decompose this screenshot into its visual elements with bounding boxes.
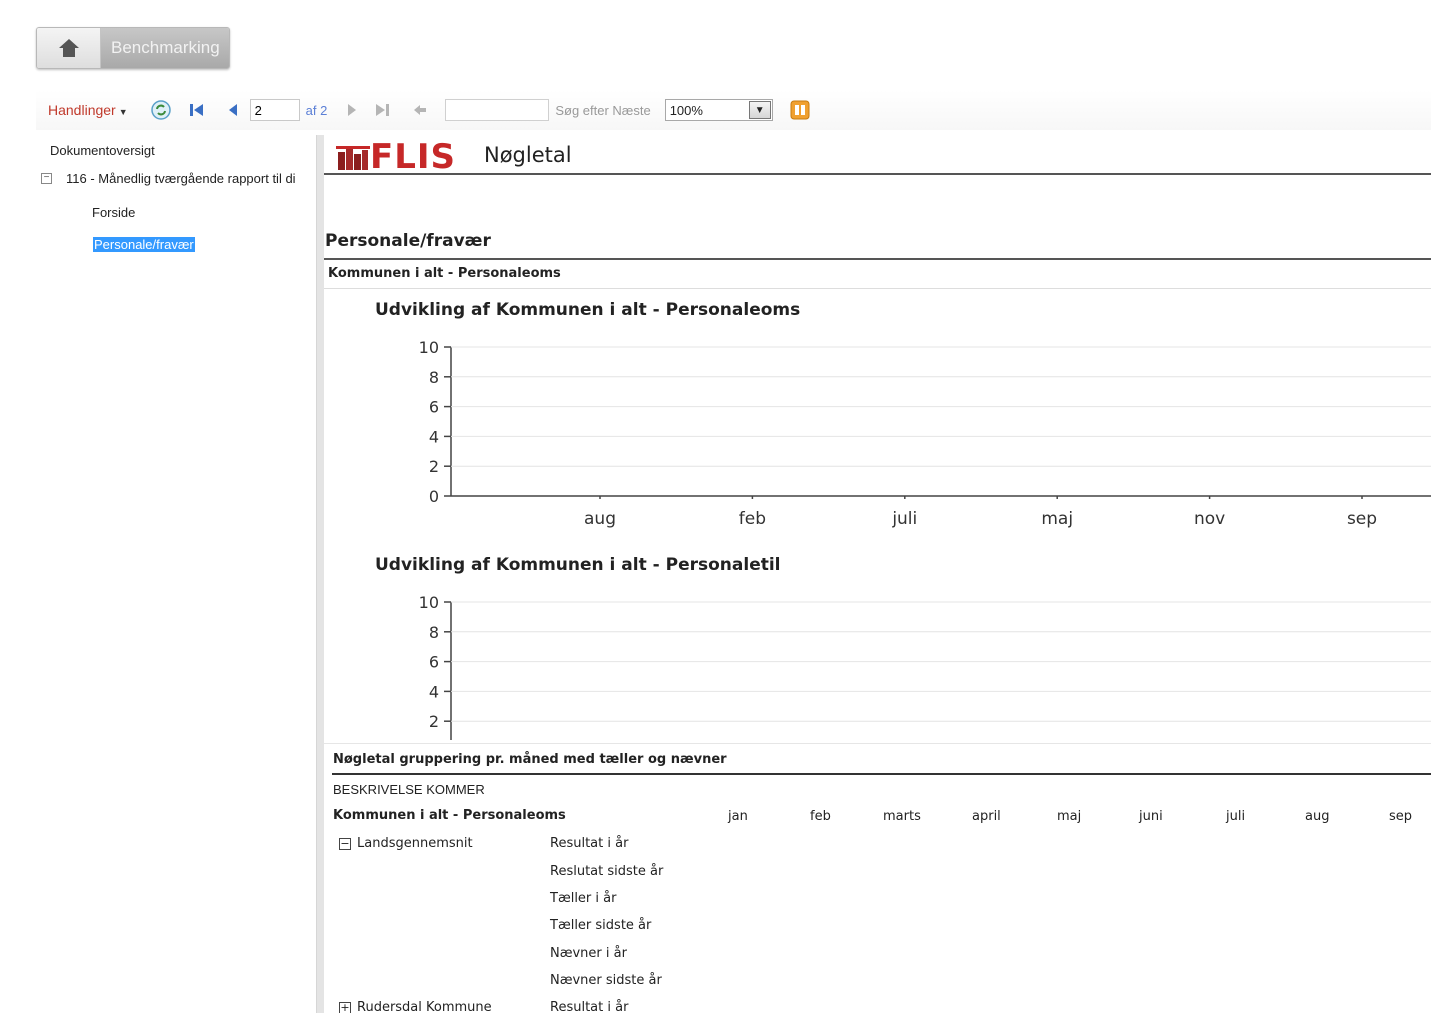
y-tick-label: 4 — [429, 427, 439, 446]
chart-personaleoms: 0 2 4 6 8 10 aug feb juli maj nov sep — [419, 338, 1431, 529]
page-number-input[interactable] — [249, 99, 300, 121]
chart-personaletil: 2 4 6 8 10 — [419, 593, 1431, 740]
x-tick-label: maj — [1041, 509, 1073, 529]
section-divider — [324, 258, 1431, 260]
y-tick-label: 2 — [429, 457, 439, 476]
caret-down-icon: ▼ — [118, 107, 128, 117]
title-divider — [324, 173, 1431, 175]
month-header: april — [972, 809, 1001, 824]
month-header: juni — [1139, 809, 1163, 824]
zoom-value: 100% — [669, 102, 703, 118]
splitter-handle[interactable] — [316, 135, 324, 1013]
report-node-label: 116 - Månedlig tværgående rapport til di — [66, 171, 296, 186]
actions-menu[interactable]: Handlinger ▼ — [48, 102, 128, 118]
month-header: sep — [1389, 809, 1413, 824]
month-header: aug — [1305, 809, 1330, 824]
chart-2-title: Udvikling af Kommunen i alt - Personalet… — [375, 555, 781, 575]
page-count: af 2 — [305, 102, 328, 118]
chart-1-title: Udvikling af Kommunen i alt - Personaleo… — [375, 300, 801, 320]
group-landsgennemsnit[interactable]: − Landsgennemsnit — [339, 836, 473, 851]
month-header: marts — [883, 809, 921, 824]
y-tick-label: 6 — [429, 653, 439, 672]
flis-logo: FLIS — [336, 137, 456, 177]
metric-row-label: Tæller sidste år — [550, 918, 652, 933]
metric-row-label: Resultat i år — [550, 1000, 629, 1013]
report-node[interactable]: − 116 - Månedlig tværgående rapport til … — [41, 171, 316, 186]
month-header: maj — [1057, 809, 1082, 824]
month-header: jan — [728, 809, 748, 824]
section-title: Personale/fravær — [325, 231, 491, 251]
export-icon[interactable] — [789, 99, 811, 121]
next-page-icon[interactable] — [341, 99, 363, 121]
report-viewer: FLIS Nøgletal Personale/fravær Kommunen … — [324, 135, 1431, 1013]
group-label: Rudersdal Kommune — [357, 1000, 492, 1013]
x-tick-label: sep — [1347, 509, 1377, 529]
sub-title: Kommunen i alt - Personaleoms — [328, 266, 561, 281]
y-tick-label: 2 — [429, 712, 439, 731]
actions-label: Handlinger — [48, 102, 116, 118]
month-header: juli — [1226, 809, 1246, 824]
chart-divider — [324, 743, 1431, 744]
home-icon[interactable] — [37, 28, 101, 68]
x-tick-label: juli — [891, 509, 917, 529]
first-page-icon[interactable] — [186, 99, 208, 121]
flis-logo-text: FLIS — [370, 137, 457, 177]
benchmarking-label: Benchmarking — [101, 28, 229, 68]
document-map: Dokumentoversigt − 116 - Månedlig tværgå… — [36, 135, 316, 1013]
table-header-label: Kommunen i alt - Personaleoms — [333, 808, 566, 823]
x-tick-label: feb — [739, 509, 766, 529]
x-tick-label: nov — [1194, 509, 1225, 529]
dropdown-arrow-icon[interactable]: ▼ — [748, 101, 771, 119]
sub-divider — [324, 288, 1431, 289]
document-map-title: Dokumentoversigt — [50, 143, 155, 158]
x-tick-label: aug — [584, 509, 616, 529]
grouping-title: Nøgletal gruppering pr. måned med tæller… — [333, 752, 727, 767]
group-rudersdal[interactable]: + Rudersdal Kommune — [339, 1000, 492, 1013]
benchmarking-button[interactable]: Benchmarking — [36, 27, 230, 69]
search-input[interactable] — [445, 99, 550, 121]
refresh-icon[interactable] — [150, 99, 172, 121]
group-label: Landsgennemsnit — [357, 836, 473, 851]
description-text: BESKRIVELSE KOMMER — [333, 782, 485, 797]
y-tick-label: 8 — [429, 623, 439, 642]
metric-row-label: Nævner sidste år — [550, 973, 662, 988]
report-toolbar: Handlinger▼ af 2 Søg efter Næste 100% ▼ — [36, 90, 1431, 130]
search-next-link[interactable]: Søg efter Næste — [555, 103, 650, 118]
metric-row-label: Nævner i år — [550, 946, 627, 961]
report-title: Nøgletal — [484, 143, 572, 167]
back-icon[interactable] — [409, 99, 431, 121]
metric-row-label: Tæller i år — [550, 891, 617, 906]
y-tick-label: 4 — [429, 682, 439, 701]
grouping-divider — [332, 773, 1431, 775]
y-tick-label: 8 — [429, 368, 439, 387]
docmap-item-forside[interactable]: Forside — [92, 205, 135, 220]
flis-logo-icon — [336, 146, 370, 170]
last-page-icon[interactable] — [371, 99, 393, 121]
docmap-item-personale[interactable]: Personale/fravær — [93, 237, 195, 252]
zoom-select[interactable]: 100% ▼ — [664, 99, 773, 121]
metric-row-label: Resultat i år — [550, 836, 629, 851]
collapse-icon[interactable]: − — [339, 837, 351, 850]
metric-row-label: Reslutat sidste år — [550, 864, 664, 879]
expand-icon[interactable]: + — [339, 1001, 351, 1013]
y-tick-label: 6 — [429, 398, 439, 417]
y-tick-label: 10 — [419, 338, 439, 357]
y-tick-label: 10 — [419, 593, 439, 612]
previous-page-icon[interactable] — [222, 99, 244, 121]
month-header: feb — [810, 809, 831, 824]
y-tick-label: 0 — [429, 487, 439, 506]
collapse-icon[interactable]: − — [41, 173, 52, 184]
